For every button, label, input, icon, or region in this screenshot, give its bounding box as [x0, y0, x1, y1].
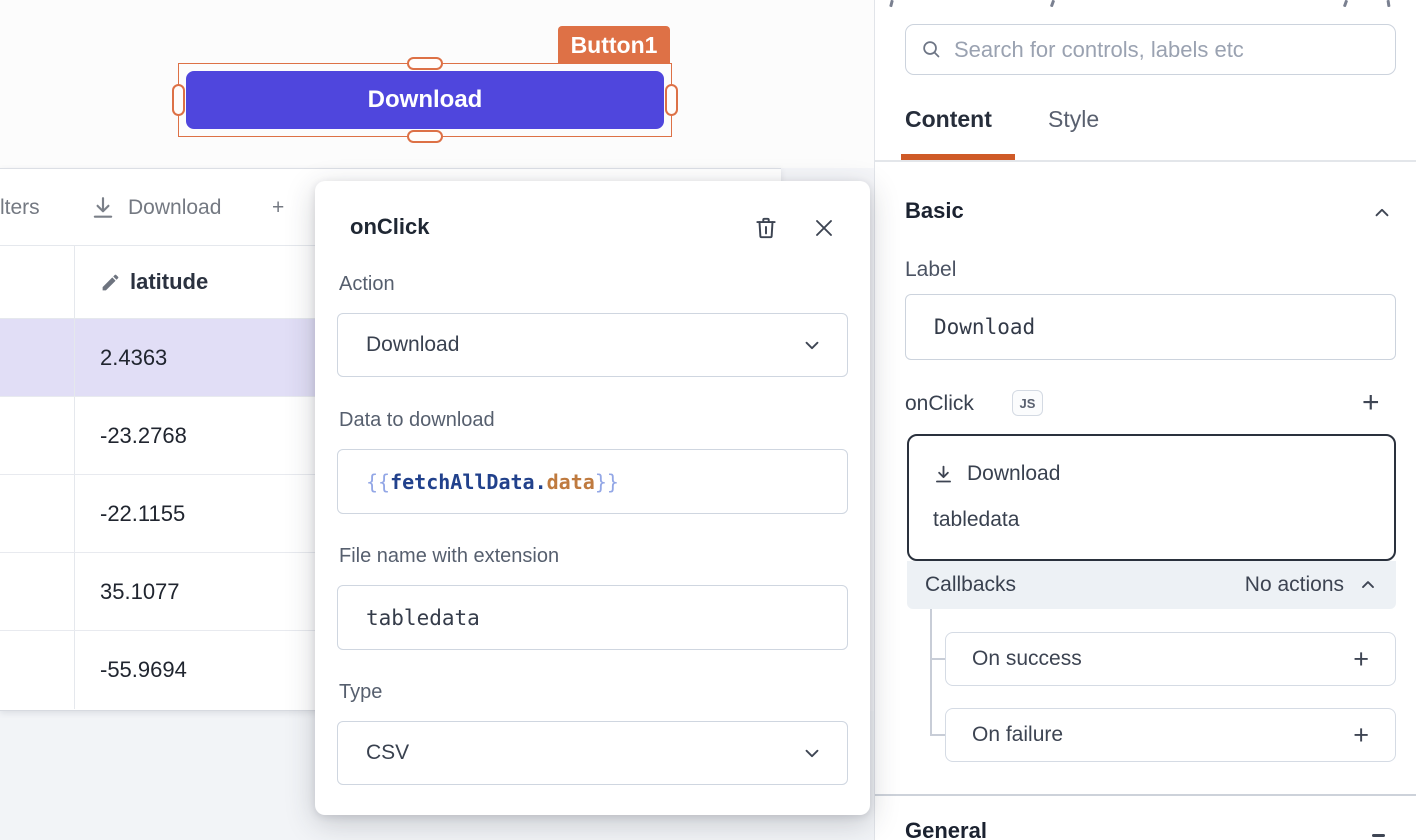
- row-index-cell: [0, 319, 75, 396]
- resize-handle-left[interactable]: [172, 84, 185, 116]
- table-header-index-cell: [0, 246, 75, 318]
- add-on-success-button[interactable]: +: [1353, 646, 1369, 673]
- resize-handle-top[interactable]: [407, 57, 443, 70]
- collapse-basic-button[interactable]: [1371, 202, 1393, 224]
- property-pane: Content Style Basic Label Download onCli…: [875, 0, 1416, 840]
- search-icon: [920, 38, 943, 61]
- cell-latitude[interactable]: 35.1077: [100, 553, 180, 630]
- row-index-cell: [0, 631, 75, 709]
- onclick-property-row: onClick JS +: [905, 390, 1396, 424]
- download-button-widget[interactable]: Download: [186, 71, 664, 129]
- collapse-general-button[interactable]: [1372, 834, 1385, 837]
- label-field-label: Label: [905, 258, 956, 282]
- onclick-action-popup: onClick Action Download Data to download…: [315, 181, 870, 815]
- callback-tree-line: [930, 734, 945, 736]
- type-select[interactable]: CSV: [337, 721, 848, 785]
- code-dot: .: [535, 470, 547, 494]
- popup-title: onClick: [350, 214, 429, 240]
- delete-action-button[interactable]: [751, 213, 781, 243]
- resize-handle-right[interactable]: [665, 84, 678, 116]
- add-onclick-action-button[interactable]: +: [1362, 388, 1380, 418]
- cell-latitude[interactable]: -55.9694: [100, 631, 187, 709]
- clipped-header-fragment: [1387, 0, 1391, 7]
- property-search: [905, 24, 1396, 75]
- card-action-label: Download: [967, 462, 1060, 486]
- column-header-label: latitude: [130, 269, 208, 295]
- row-index-cell: [0, 553, 75, 630]
- active-tab-indicator: [901, 154, 1015, 160]
- code-property: data: [547, 470, 595, 494]
- cell-latitude[interactable]: -23.2768: [100, 397, 187, 474]
- on-success-callback[interactable]: On success +: [945, 632, 1396, 686]
- callbacks-label: Callbacks: [925, 573, 1016, 597]
- tab-style[interactable]: Style: [1048, 106, 1099, 133]
- js-toggle-badge[interactable]: JS: [1012, 390, 1043, 416]
- search-input[interactable]: [954, 37, 1381, 63]
- filters-button-clipped[interactable]: lters: [0, 169, 40, 246]
- cell-latitude[interactable]: -22.1155: [100, 475, 185, 552]
- close-popup-button[interactable]: [809, 213, 839, 243]
- label-input-value: Download: [934, 315, 1035, 339]
- action-select[interactable]: Download: [337, 313, 848, 377]
- clipped-header-fragment: [1050, 0, 1055, 7]
- clipped-header-fragment: [889, 0, 894, 7]
- widget-name-tag[interactable]: Button1: [558, 26, 670, 64]
- table-add-row-button[interactable]: +: [272, 169, 284, 246]
- callbacks-toggle[interactable]: Callbacks No actions: [907, 561, 1396, 609]
- chevron-down-icon: [801, 334, 823, 356]
- table-download-label: Download: [128, 196, 221, 220]
- label-input[interactable]: Download: [905, 294, 1396, 360]
- pencil-icon: [100, 272, 121, 293]
- filename-field-label: File name with extension: [339, 545, 559, 568]
- table-download-button[interactable]: Download: [90, 169, 221, 246]
- data-to-download-input[interactable]: {{fetchAllData.data}}: [337, 449, 848, 514]
- code-brace-open: {{: [366, 470, 390, 494]
- onclick-property-label: onClick: [905, 392, 974, 416]
- resize-handle-bottom[interactable]: [407, 130, 443, 143]
- table-column-header-latitude[interactable]: latitude: [75, 246, 208, 318]
- row-index-cell: [0, 475, 75, 552]
- row-index-cell: [0, 397, 75, 474]
- on-success-label: On success: [972, 647, 1082, 671]
- section-general-title: General: [905, 818, 987, 840]
- on-failure-label: On failure: [972, 723, 1063, 747]
- type-field-label: Type: [339, 681, 382, 704]
- callback-tree-line: [930, 658, 945, 660]
- section-basic-title: Basic: [905, 198, 964, 224]
- chevron-down-icon: [801, 742, 823, 764]
- filename-input[interactable]: tabledata: [337, 585, 848, 650]
- close-icon: [812, 216, 836, 240]
- code-object: fetchAllData: [390, 470, 535, 494]
- callback-tree-line: [930, 609, 932, 735]
- code-brace-close: }}: [595, 470, 619, 494]
- type-select-value: CSV: [366, 741, 409, 765]
- action-select-value: Download: [366, 333, 459, 357]
- callbacks-status: No actions: [1245, 573, 1344, 597]
- download-icon: [933, 464, 954, 485]
- tab-content[interactable]: Content: [905, 106, 992, 133]
- card-action-value: tabledata: [933, 508, 1019, 532]
- trash-icon: [753, 215, 779, 241]
- section-divider: [875, 794, 1416, 796]
- onclick-action-card[interactable]: Download tabledata: [907, 434, 1396, 561]
- cell-latitude[interactable]: 2.4363: [100, 319, 167, 396]
- add-on-failure-button[interactable]: +: [1353, 722, 1369, 749]
- on-failure-callback[interactable]: On failure +: [945, 708, 1396, 762]
- chevron-up-icon: [1358, 575, 1378, 595]
- filename-value: tabledata: [366, 606, 480, 630]
- clipped-header-fragment: [1343, 0, 1348, 7]
- property-tab-bar: Content Style: [875, 100, 1416, 162]
- download-icon: [90, 195, 116, 221]
- card-action-row: Download: [933, 462, 1060, 486]
- data-field-label: Data to download: [339, 409, 495, 432]
- action-field-label: Action: [339, 273, 395, 296]
